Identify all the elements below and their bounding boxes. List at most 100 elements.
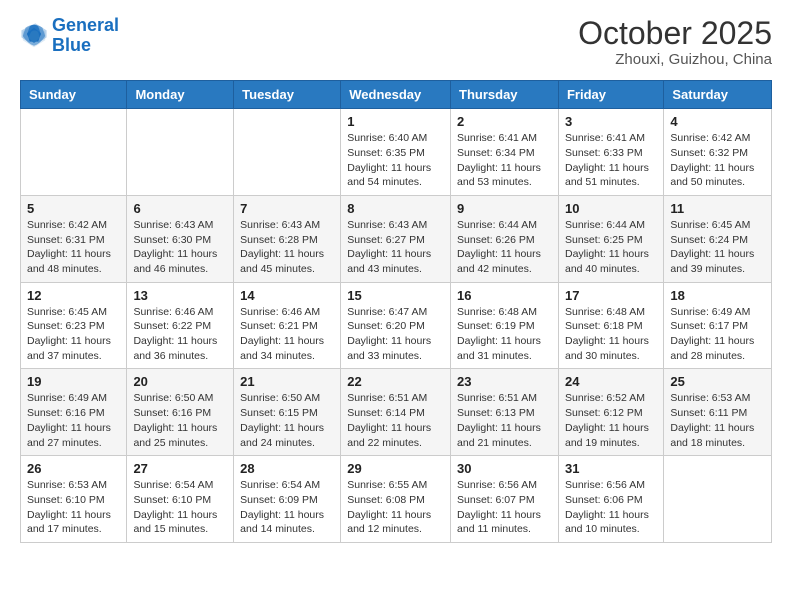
day-info: Sunrise: 6:45 AMSunset: 6:24 PMDaylight:… (670, 218, 765, 277)
day-number: 18 (670, 288, 765, 303)
logo: General Blue (20, 16, 119, 56)
day-header-thursday: Thursday (451, 81, 559, 109)
day-number: 3 (565, 114, 657, 129)
day-number: 25 (670, 374, 765, 389)
day-cell: 6 Sunrise: 6:43 AMSunset: 6:30 PMDaylight… (127, 195, 234, 282)
day-cell: 26 Sunrise: 6:53 AMSunset: 6:10 PMDayligh… (21, 456, 127, 543)
day-number: 29 (347, 461, 444, 476)
day-number: 16 (457, 288, 552, 303)
logo-icon (20, 22, 48, 50)
day-cell: 22Sunrise: 6:51 AMSunset: 6:14 PMDayligh… (341, 369, 451, 456)
day-number: 11 (670, 201, 765, 216)
day-cell: 9 Sunrise: 6:44 AMSunset: 6:26 PMDaylight… (451, 195, 559, 282)
day-number: 24 (565, 374, 657, 389)
day-info: Sunrise: 6:43 AMSunset: 6:30 PMDaylight:… (133, 218, 227, 277)
day-cell (664, 456, 772, 543)
page: General Blue October 2025 Zhouxi, Guizho… (0, 0, 792, 559)
day-info: Sunrise: 6:51 AMSunset: 6:13 PMDaylight:… (457, 391, 552, 450)
day-info: Sunrise: 6:44 AMSunset: 6:26 PMDaylight:… (457, 218, 552, 277)
week-row-5: 26 Sunrise: 6:53 AMSunset: 6:10 PMDayligh… (21, 456, 772, 543)
day-cell: 21Sunrise: 6:50 AMSunset: 6:15 PMDayligh… (234, 369, 341, 456)
day-info: Sunrise: 6:47 AMSunset: 6:20 PMDaylight:… (347, 305, 444, 364)
day-number: 17 (565, 288, 657, 303)
day-cell: 20 Sunrise: 6:50 AMSunset: 6:16 PMDayligh… (127, 369, 234, 456)
day-info: Sunrise: 6:45 AMSunset: 6:23 PMDaylight:… (27, 305, 120, 364)
day-number: 31 (565, 461, 657, 476)
day-cell: 4 Sunrise: 6:42 AMSunset: 6:32 PMDaylight… (664, 109, 772, 196)
day-info: Sunrise: 6:46 AMSunset: 6:22 PMDaylight:… (133, 305, 227, 364)
calendar-header-row: SundayMondayTuesdayWednesdayThursdayFrid… (21, 81, 772, 109)
day-cell: 29 Sunrise: 6:55 AMSunset: 6:08 PMDayligh… (341, 456, 451, 543)
calendar-table: SundayMondayTuesdayWednesdayThursdayFrid… (20, 80, 772, 543)
day-info: Sunrise: 6:49 AMSunset: 6:17 PMDaylight:… (670, 305, 765, 364)
day-info: Sunrise: 6:48 AMSunset: 6:19 PMDaylight:… (457, 305, 552, 364)
day-number: 4 (670, 114, 765, 129)
day-cell: 8Sunrise: 6:43 AMSunset: 6:27 PMDaylight… (341, 195, 451, 282)
day-cell: 19Sunrise: 6:49 AMSunset: 6:16 PMDayligh… (21, 369, 127, 456)
day-number: 9 (457, 201, 552, 216)
day-info: Sunrise: 6:56 AMSunset: 6:06 PMDaylight:… (565, 478, 657, 537)
day-info: Sunrise: 6:55 AMSunset: 6:08 PMDaylight:… (347, 478, 444, 537)
day-cell: 15 Sunrise: 6:47 AMSunset: 6:20 PMDayligh… (341, 282, 451, 369)
day-cell: 3 Sunrise: 6:41 AMSunset: 6:33 PMDaylight… (558, 109, 663, 196)
week-row-3: 12 Sunrise: 6:45 AMSunset: 6:23 PMDayligh… (21, 282, 772, 369)
day-cell: 17Sunrise: 6:48 AMSunset: 6:18 PMDayligh… (558, 282, 663, 369)
day-cell: 31 Sunrise: 6:56 AMSunset: 6:06 PMDayligh… (558, 456, 663, 543)
title-block: October 2025 Zhouxi, Guizhou, China (578, 16, 772, 68)
day-number: 23 (457, 374, 552, 389)
day-number: 1 (347, 114, 444, 129)
day-number: 21 (240, 374, 334, 389)
day-number: 14 (240, 288, 334, 303)
day-cell: 7 Sunrise: 6:43 AMSunset: 6:28 PMDaylight… (234, 195, 341, 282)
day-info: Sunrise: 6:41 AMSunset: 6:33 PMDaylight:… (565, 131, 657, 190)
day-info: Sunrise: 6:56 AMSunset: 6:07 PMDaylight:… (457, 478, 552, 537)
day-number: 13 (133, 288, 227, 303)
day-cell: 28Sunrise: 6:54 AMSunset: 6:09 PMDayligh… (234, 456, 341, 543)
day-number: 2 (457, 114, 552, 129)
calendar-title: October 2025 (578, 16, 772, 51)
day-header-monday: Monday (127, 81, 234, 109)
day-info: Sunrise: 6:43 AMSunset: 6:28 PMDaylight:… (240, 218, 334, 277)
day-cell: 24Sunrise: 6:52 AMSunset: 6:12 PMDayligh… (558, 369, 663, 456)
day-cell (127, 109, 234, 196)
week-row-4: 19Sunrise: 6:49 AMSunset: 6:16 PMDayligh… (21, 369, 772, 456)
day-info: Sunrise: 6:42 AMSunset: 6:31 PMDaylight:… (27, 218, 120, 277)
day-header-wednesday: Wednesday (341, 81, 451, 109)
day-cell (21, 109, 127, 196)
day-cell (234, 109, 341, 196)
day-cell: 11 Sunrise: 6:45 AMSunset: 6:24 PMDayligh… (664, 195, 772, 282)
day-info: Sunrise: 6:46 AMSunset: 6:21 PMDaylight:… (240, 305, 334, 364)
day-info: Sunrise: 6:42 AMSunset: 6:32 PMDaylight:… (670, 131, 765, 190)
day-header-tuesday: Tuesday (234, 81, 341, 109)
header: General Blue October 2025 Zhouxi, Guizho… (20, 16, 772, 68)
day-cell: 5Sunrise: 6:42 AMSunset: 6:31 PMDaylight… (21, 195, 127, 282)
day-cell: 1 Sunrise: 6:40 AMSunset: 6:35 PMDaylight… (341, 109, 451, 196)
day-number: 6 (133, 201, 227, 216)
day-cell: 27Sunrise: 6:54 AMSunset: 6:10 PMDayligh… (127, 456, 234, 543)
day-info: Sunrise: 6:49 AMSunset: 6:16 PMDaylight:… (27, 391, 120, 450)
day-cell: 13 Sunrise: 6:46 AMSunset: 6:22 PMDayligh… (127, 282, 234, 369)
day-number: 20 (133, 374, 227, 389)
day-cell: 12 Sunrise: 6:45 AMSunset: 6:23 PMDayligh… (21, 282, 127, 369)
day-info: Sunrise: 6:50 AMSunset: 6:16 PMDaylight:… (133, 391, 227, 450)
week-row-2: 5Sunrise: 6:42 AMSunset: 6:31 PMDaylight… (21, 195, 772, 282)
day-number: 7 (240, 201, 334, 216)
day-header-saturday: Saturday (664, 81, 772, 109)
day-info: Sunrise: 6:40 AMSunset: 6:35 PMDaylight:… (347, 131, 444, 190)
day-info: Sunrise: 6:54 AMSunset: 6:10 PMDaylight:… (133, 478, 227, 537)
day-number: 28 (240, 461, 334, 476)
day-cell: 14 Sunrise: 6:46 AMSunset: 6:21 PMDayligh… (234, 282, 341, 369)
day-number: 26 (27, 461, 120, 476)
day-header-sunday: Sunday (21, 81, 127, 109)
day-info: Sunrise: 6:53 AMSunset: 6:10 PMDaylight:… (27, 478, 120, 537)
day-cell: 18 Sunrise: 6:49 AMSunset: 6:17 PMDayligh… (664, 282, 772, 369)
day-cell: 2Sunrise: 6:41 AMSunset: 6:34 PMDaylight… (451, 109, 559, 196)
day-info: Sunrise: 6:43 AMSunset: 6:27 PMDaylight:… (347, 218, 444, 277)
day-number: 30 (457, 461, 552, 476)
day-number: 15 (347, 288, 444, 303)
week-row-1: 1 Sunrise: 6:40 AMSunset: 6:35 PMDaylight… (21, 109, 772, 196)
logo-blue: Blue (52, 35, 91, 55)
day-cell: 16 Sunrise: 6:48 AMSunset: 6:19 PMDayligh… (451, 282, 559, 369)
day-number: 12 (27, 288, 120, 303)
day-cell: 10Sunrise: 6:44 AMSunset: 6:25 PMDayligh… (558, 195, 663, 282)
